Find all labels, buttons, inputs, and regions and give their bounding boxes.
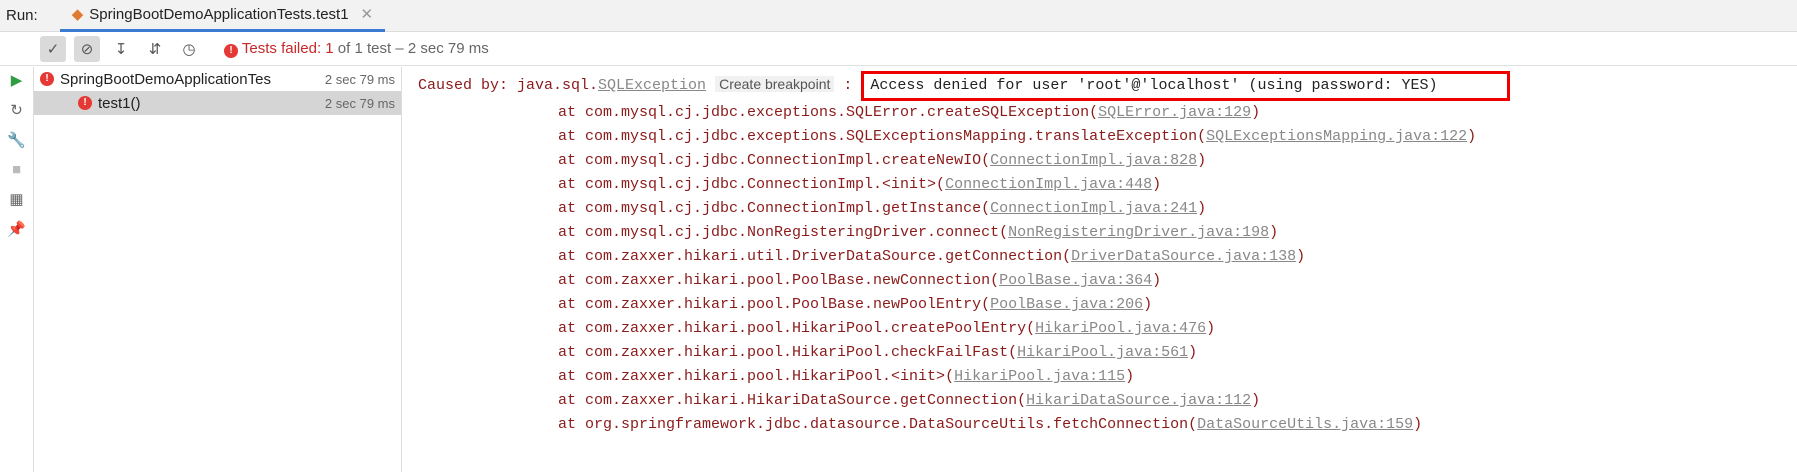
- caused-by-line: Caused by: java.sql.SQLException Create …: [418, 71, 1797, 101]
- stack-line: at com.mysql.cj.jdbc.NonRegisteringDrive…: [558, 224, 1279, 241]
- stack-line: at com.zaxxer.hikari.HikariDataSource.ge…: [558, 392, 1261, 409]
- stack-method: at com.mysql.cj.jdbc.exceptions.SQLExcep…: [558, 128, 1207, 145]
- expand-icon[interactable]: ⇵: [142, 36, 168, 62]
- tab-label: SpringBootDemoApplicationTests.test1: [89, 5, 349, 23]
- stack-method: at com.zaxxer.hikari.pool.HikariPool.cre…: [558, 320, 1036, 337]
- stack-line: at com.zaxxer.hikari.pool.HikariPool.cre…: [558, 320, 1216, 337]
- error-icon: !: [78, 96, 92, 110]
- source-link[interactable]: HikariPool.java:561: [1017, 344, 1188, 361]
- stack-line: at com.mysql.cj.jdbc.ConnectionImpl.getI…: [558, 200, 1207, 217]
- history-icon[interactable]: ◷: [176, 36, 202, 62]
- error-icon: !: [224, 43, 238, 58]
- stack-method: at org.springframework.jdbc.datasource.D…: [558, 416, 1198, 433]
- create-breakpoint-link[interactable]: Create breakpoint: [715, 76, 835, 92]
- source-link[interactable]: NonRegisteringDriver.java:198: [1008, 224, 1269, 241]
- stack-method: at com.mysql.cj.jdbc.ConnectionImpl.getI…: [558, 200, 991, 217]
- show-passed-icon[interactable]: ✓: [40, 35, 66, 62]
- console-output: Caused by: java.sql.SQLException Create …: [404, 67, 1797, 472]
- stop-icon[interactable]: ■: [12, 161, 21, 178]
- stack-method: at com.zaxxer.hikari.HikariDataSource.ge…: [558, 392, 1027, 409]
- stack-method: at com.zaxxer.hikari.util.DriverDataSour…: [558, 248, 1072, 265]
- close-icon[interactable]: ✕: [361, 5, 374, 23]
- rerun-failed-icon[interactable]: ↻: [10, 101, 23, 119]
- source-link[interactable]: SQLExceptionsMapping.java:122: [1206, 128, 1467, 145]
- source-link[interactable]: HikariPool.java:476: [1035, 320, 1206, 337]
- source-link[interactable]: ConnectionImpl.java:241: [990, 200, 1197, 217]
- stack-line: at com.mysql.cj.jdbc.exceptions.SQLError…: [558, 104, 1261, 121]
- tree-row-class[interactable]: ! SpringBootDemoApplicationTes 2 sec 79 ms: [34, 67, 401, 91]
- layout-icon[interactable]: ▦: [9, 190, 23, 208]
- show-ignored-icon[interactable]: ⊘: [74, 35, 100, 62]
- stack-method: at com.zaxxer.hikari.pool.HikariPool.<in…: [558, 368, 955, 385]
- stack-method: at com.mysql.cj.jdbc.ConnectionImpl.crea…: [558, 152, 991, 169]
- source-link[interactable]: HikariDataSource.java:112: [1026, 392, 1251, 409]
- stack-trace: at com.mysql.cj.jdbc.exceptions.SQLError…: [418, 101, 1797, 437]
- tab-test[interactable]: ◆ SpringBootDemoApplicationTests.test1 ✕: [59, 0, 386, 32]
- stack-line: at com.zaxxer.hikari.pool.PoolBase.newCo…: [558, 272, 1162, 289]
- stack-method: at com.zaxxer.hikari.pool.PoolBase.newCo…: [558, 272, 1000, 289]
- stack-line: at com.mysql.cj.jdbc.ConnectionImpl.<ini…: [558, 176, 1162, 193]
- test-tree: ! SpringBootDemoApplicationTes 2 sec 79 ms…: [34, 67, 402, 472]
- stack-method: at com.zaxxer.hikari.pool.HikariPool.che…: [558, 344, 1018, 361]
- run-label: Run:: [6, 7, 38, 24]
- tree-row-test1[interactable]: ! test1() 2 sec 79 ms: [34, 91, 401, 115]
- stack-line: at org.springframework.jdbc.datasource.D…: [558, 416, 1423, 433]
- stack-method: at com.mysql.cj.jdbc.ConnectionImpl.<ini…: [558, 176, 946, 193]
- status-text: ! Tests failed: 1 of 1 test – 2 sec 79 m…: [224, 40, 489, 58]
- sort-icon[interactable]: ↧: [108, 36, 134, 62]
- stack-method: at com.mysql.cj.jdbc.exceptions.SQLError…: [558, 104, 1099, 121]
- toolbar: ✓ ⊘ ↧ ⇵ ◷ ! Tests failed: 1 of 1 test – …: [0, 32, 1797, 66]
- pin-icon[interactable]: 📌: [7, 220, 26, 238]
- run-header: Run: ◆ SpringBootDemoApplicationTests.tes…: [0, 0, 1797, 32]
- source-link[interactable]: SQLError.java:129: [1098, 104, 1251, 121]
- stack-line: at com.mysql.cj.jdbc.ConnectionImpl.crea…: [558, 152, 1207, 169]
- rerun-icon[interactable]: ▶: [11, 71, 23, 89]
- stack-line: at com.zaxxer.hikari.pool.HikariPool.che…: [558, 344, 1198, 361]
- side-toolbar: ▶ ↻ 🔧 ■ ▦ 📌: [0, 67, 34, 472]
- stack-line: at com.zaxxer.hikari.util.DriverDataSour…: [558, 248, 1306, 265]
- stack-line: at com.zaxxer.hikari.pool.HikariPool.<in…: [558, 368, 1135, 385]
- stack-method: at com.mysql.cj.jdbc.NonRegisteringDrive…: [558, 224, 1009, 241]
- source-link[interactable]: PoolBase.java:206: [990, 296, 1143, 313]
- stack-method: at com.zaxxer.hikari.pool.PoolBase.newPo…: [558, 296, 991, 313]
- stack-line: at com.mysql.cj.jdbc.exceptions.SQLExcep…: [558, 128, 1477, 145]
- source-link[interactable]: PoolBase.java:364: [999, 272, 1152, 289]
- error-icon: !: [40, 72, 54, 86]
- source-link[interactable]: HikariPool.java:115: [954, 368, 1125, 385]
- stack-line: at com.zaxxer.hikari.pool.PoolBase.newPo…: [558, 296, 1153, 313]
- source-link[interactable]: ConnectionImpl.java:448: [945, 176, 1152, 193]
- error-message: Access denied for user 'root'@'localhost…: [861, 71, 1511, 101]
- settings-icon[interactable]: 🔧: [7, 131, 26, 149]
- source-link[interactable]: DriverDataSource.java:138: [1071, 248, 1296, 265]
- source-link[interactable]: DataSourceUtils.java:159: [1197, 416, 1413, 433]
- source-link[interactable]: ConnectionImpl.java:828: [990, 152, 1197, 169]
- test-icon: ◆: [71, 6, 84, 23]
